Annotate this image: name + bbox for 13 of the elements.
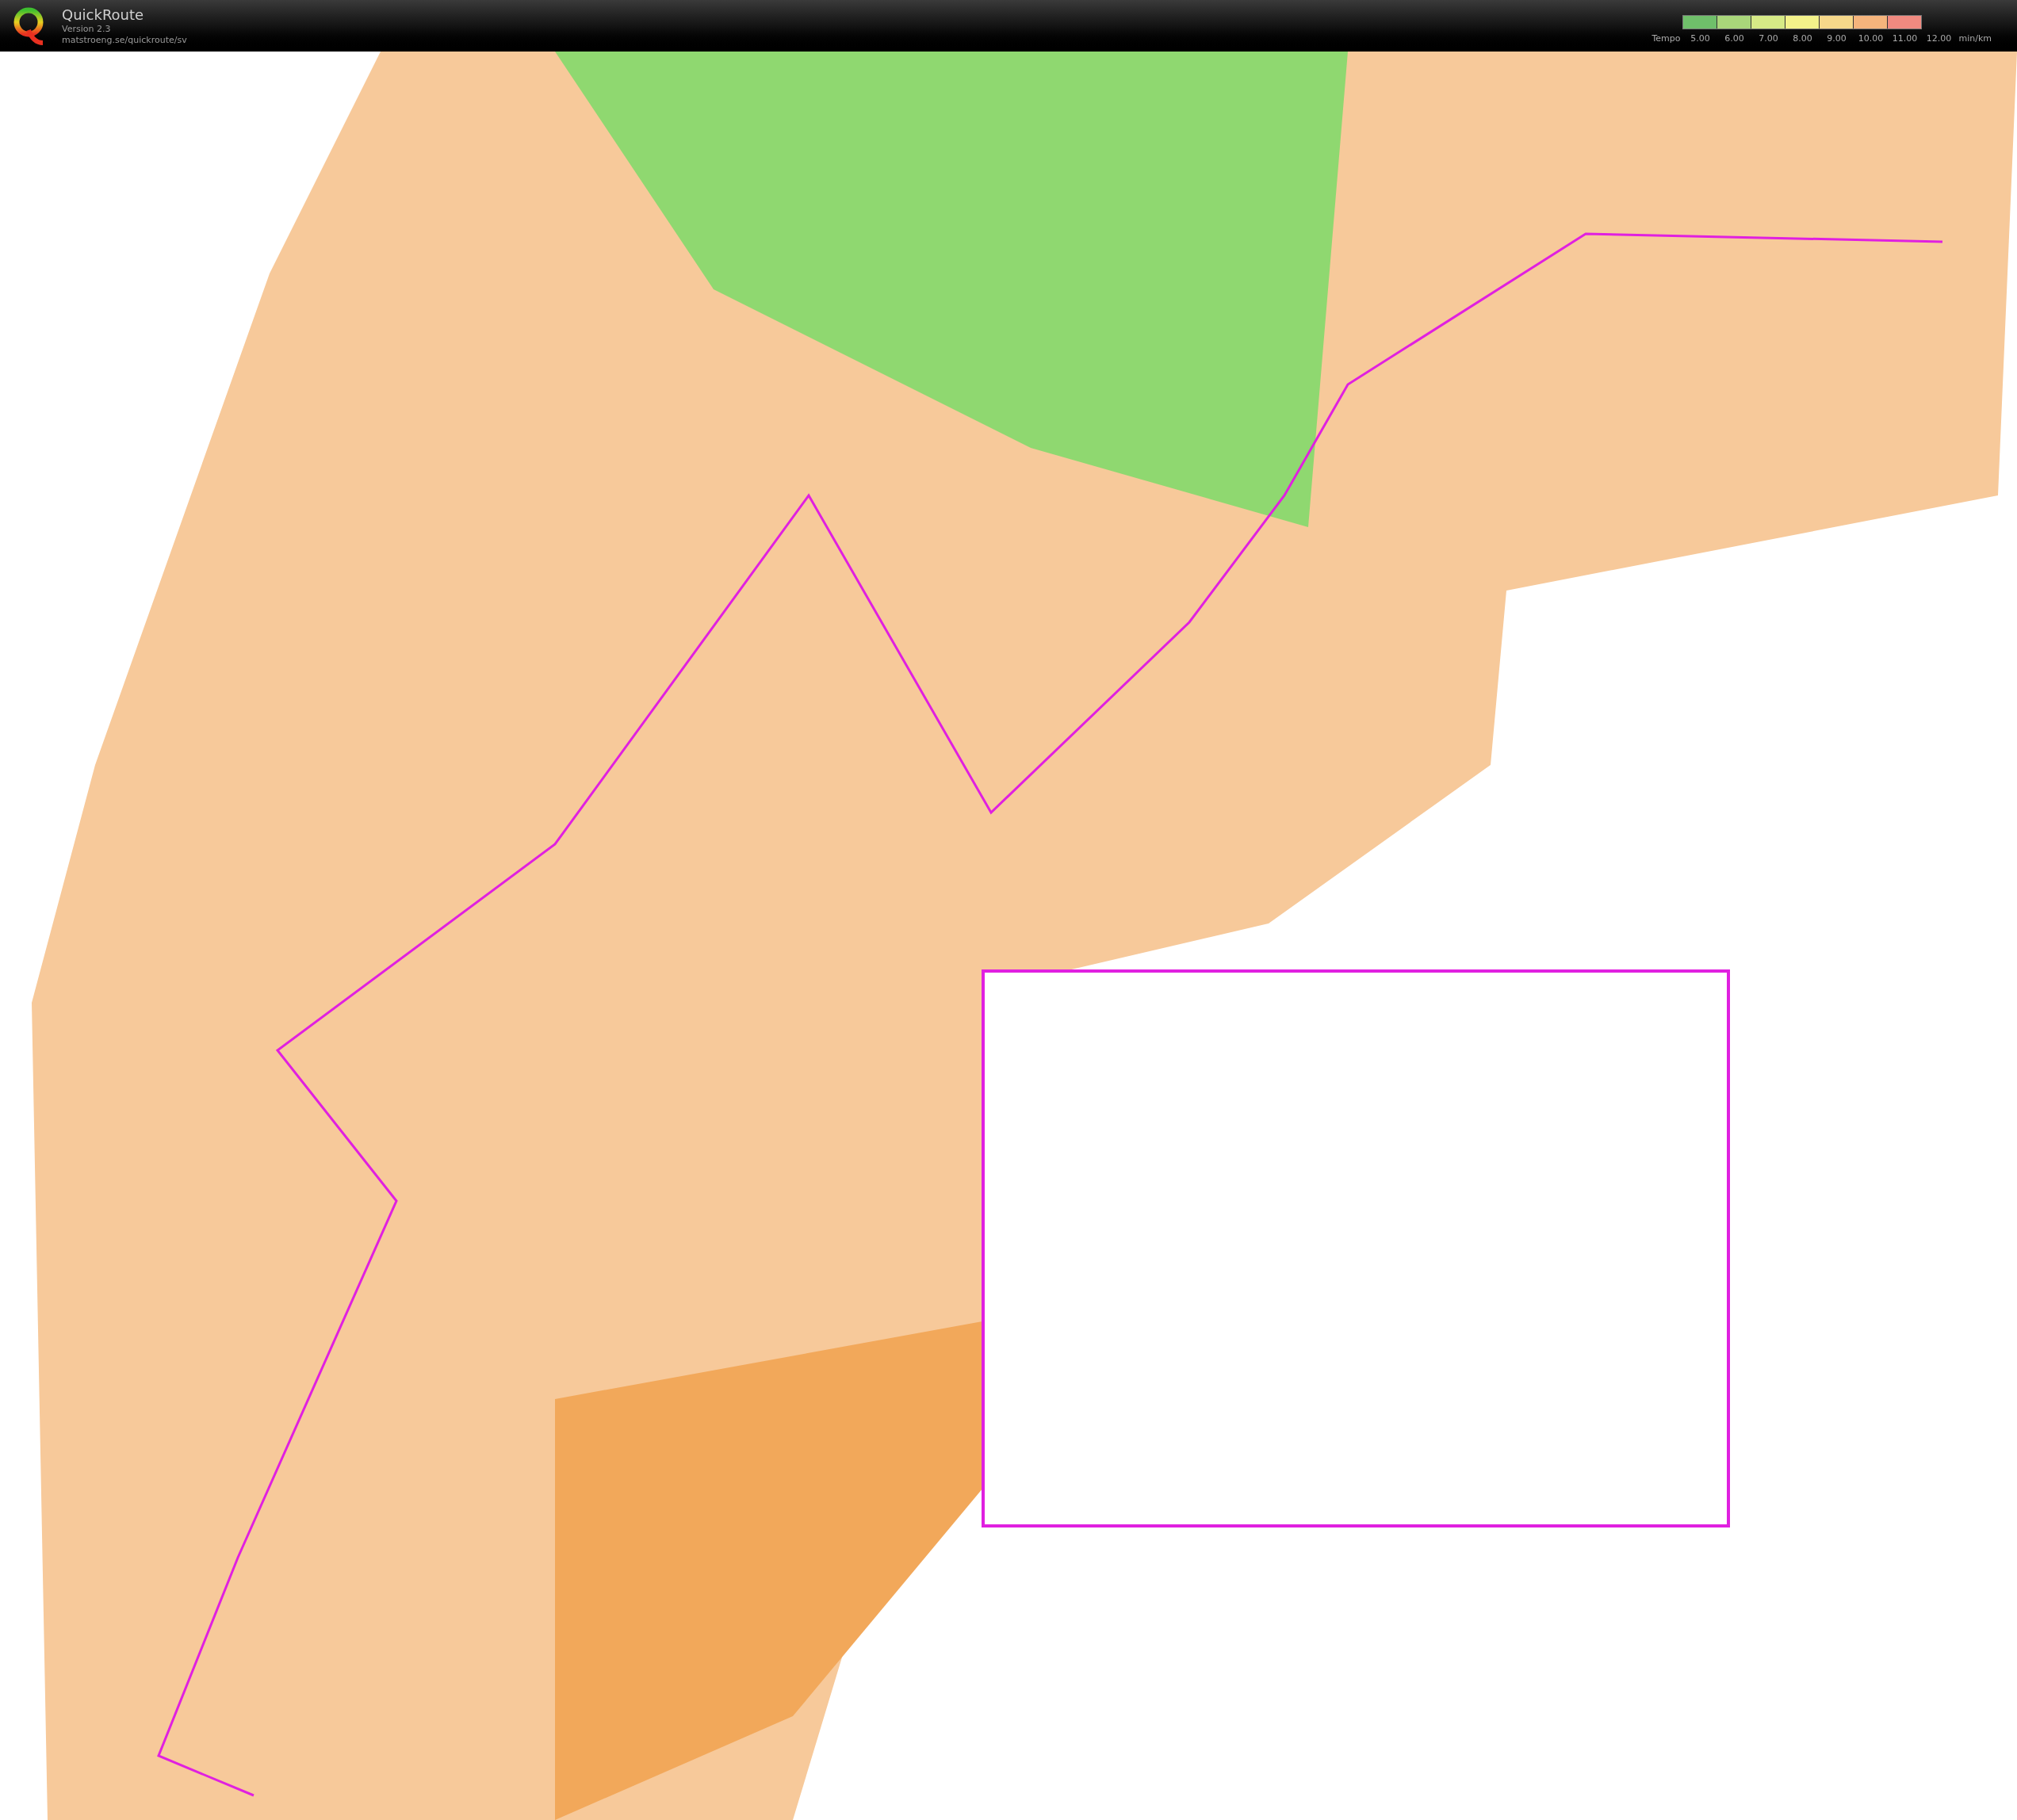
app-title: QuickRoute bbox=[62, 6, 145, 24]
tempo-value: 5.00 bbox=[1690, 32, 1711, 46]
tempo-value: 6.00 bbox=[1724, 32, 1745, 46]
app-url: matstroeng.se/quickroute/sv bbox=[62, 34, 187, 46]
tempo-value: 8.00 bbox=[1792, 32, 1813, 46]
tempo-value: 7.00 bbox=[1758, 32, 1779, 46]
tempo-label: Tempo bbox=[1651, 32, 1681, 46]
tempo-value: 12.00 bbox=[1925, 32, 1953, 46]
app-version: Version 2.3 bbox=[62, 24, 112, 35]
tempo-value: 11.00 bbox=[1891, 32, 1919, 46]
tempo-value: 9.00 bbox=[1826, 32, 1847, 46]
tempo-value: 10.00 bbox=[1857, 32, 1885, 46]
tempo-unit: min/km bbox=[1958, 32, 1992, 46]
